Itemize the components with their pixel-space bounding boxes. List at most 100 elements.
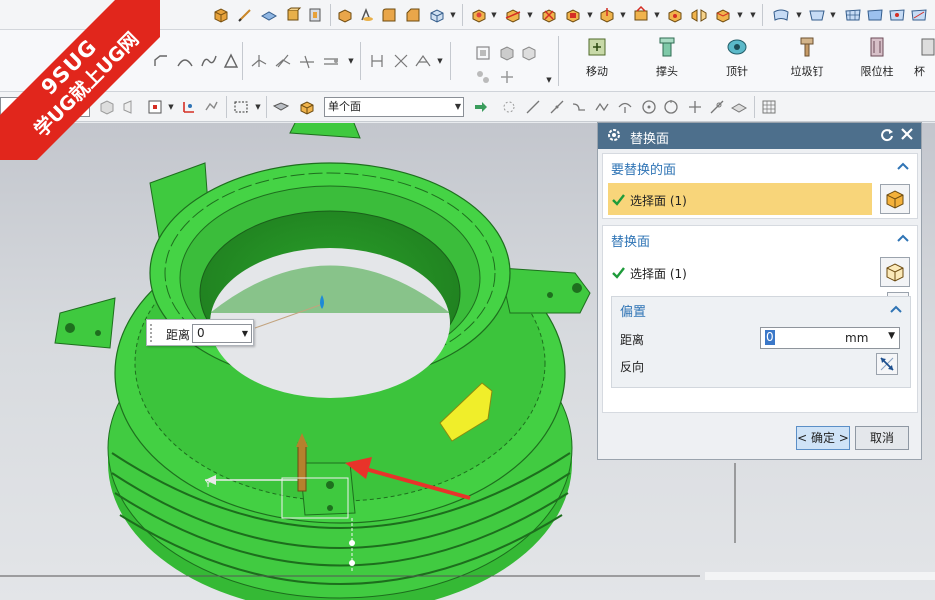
chevron-down-icon[interactable]: ▼ (449, 11, 457, 19)
quick-pick-icon[interactable] (202, 98, 220, 116)
snap-center-icon[interactable] (640, 98, 658, 116)
offset-curve-icon[interactable] (322, 52, 340, 70)
chevron-down-icon[interactable]: ▼ (545, 76, 553, 84)
soft-blend-icon[interactable] (200, 52, 218, 70)
snap-curve-icon[interactable] (570, 98, 588, 116)
hole-icon[interactable] (306, 6, 324, 24)
chevron-down-icon[interactable]: ▼ (829, 11, 837, 19)
mirror-geometry-icon[interactable] (520, 44, 538, 62)
ejector-pin-button[interactable]: 顶针 (708, 32, 766, 88)
face-blend-icon[interactable] (176, 52, 194, 70)
limit-post-button[interactable]: 限位柱 (848, 32, 906, 88)
move-face-icon[interactable] (498, 68, 516, 86)
snap-grid-icon[interactable] (500, 98, 518, 116)
chevron-down-icon[interactable]: ▼ (490, 11, 498, 19)
replacement-select-button[interactable] (880, 257, 910, 287)
snap-quadrant-icon[interactable] (662, 98, 680, 116)
box-icon[interactable] (284, 6, 302, 24)
chevron-down-icon[interactable]: ▼ (653, 11, 661, 19)
snap-endpoint-icon[interactable] (524, 98, 542, 116)
pattern-icon[interactable] (666, 6, 684, 24)
dialog-title-bar[interactable]: 替换面 (598, 123, 921, 149)
chevron-down-icon[interactable]: ▼ (167, 103, 175, 111)
chevron-down-icon[interactable]: ▼ (795, 11, 803, 19)
collapse-icon[interactable] (897, 232, 909, 242)
curve-icon[interactable] (250, 52, 268, 70)
rectangle-select-icon[interactable] (232, 98, 250, 116)
ok-button[interactable]: < 确定 > (796, 426, 850, 450)
move-button[interactable]: 移动 (568, 32, 626, 88)
draft-body-icon[interactable] (222, 52, 240, 70)
close-icon[interactable] (899, 126, 915, 142)
pattern-geometry-icon[interactable] (474, 68, 492, 86)
unite-icon[interactable] (470, 6, 488, 24)
intersect-curve-icon[interactable] (392, 52, 410, 70)
cup-button[interactable]: 杯 (912, 32, 935, 88)
select-face-icon[interactable] (272, 98, 290, 116)
collapse-icon[interactable] (897, 160, 909, 170)
sew-icon[interactable] (888, 6, 906, 24)
through-curves-icon[interactable] (866, 6, 884, 24)
replacement-select-label[interactable]: 选择面 (1) (630, 265, 687, 282)
wave-geometry-icon[interactable] (498, 44, 516, 62)
select-face-row[interactable]: 选择面 (1) (608, 183, 872, 215)
snap-midpoint-icon[interactable] (548, 98, 566, 116)
subtract-icon[interactable] (540, 6, 558, 24)
extrude-icon[interactable] (336, 6, 354, 24)
revolve-icon[interactable] (358, 6, 376, 24)
edge-blend-icon[interactable] (380, 6, 398, 24)
offset-distance-input[interactable]: 0 mm ▼ (760, 327, 900, 349)
chevron-down-icon[interactable]: ▼ (436, 57, 444, 65)
chevron-down-icon[interactable]: ▼ (242, 325, 248, 342)
bridge-curve-icon[interactable] (274, 52, 292, 70)
snap-on-curve-icon[interactable] (708, 98, 726, 116)
face-rule-select[interactable]: 单个面 ▼ (324, 97, 464, 117)
offset-distance-value[interactable]: 0 (765, 330, 775, 345)
chevron-down-icon[interactable]: ▼ (749, 11, 757, 19)
face-to-replace-header[interactable]: 要替换的面 (611, 159, 676, 178)
chamfer-icon[interactable] (404, 6, 422, 24)
shell-icon[interactable] (428, 6, 446, 24)
chevron-down-icon[interactable]: ▼ (347, 57, 355, 65)
surface-icon[interactable] (772, 6, 790, 24)
snap-intersect-icon[interactable] (616, 98, 634, 116)
collapse-icon[interactable] (890, 303, 902, 313)
mesh-surface-icon[interactable] (844, 6, 862, 24)
grid-icon[interactable] (760, 98, 778, 116)
drag-grip[interactable] (149, 323, 153, 343)
chevron-down-icon[interactable]: ▼ (254, 103, 262, 111)
offset-face-icon[interactable] (632, 6, 650, 24)
snap-on-face-icon[interactable] (730, 98, 748, 116)
chevron-down-icon[interactable]: ▼ (619, 11, 627, 19)
chevron-down-icon[interactable]: ▼ (526, 11, 534, 19)
section-curve-icon[interactable] (414, 52, 432, 70)
csys-icon[interactable] (180, 98, 198, 116)
replace-face-icon[interactable] (714, 6, 732, 24)
split-body-icon[interactable] (564, 6, 582, 24)
extract-geometry-icon[interactable] (474, 44, 492, 62)
select-face-button[interactable] (880, 184, 910, 214)
replacement-face-header[interactable]: 替换面 (611, 231, 650, 250)
offset-reverse-button[interactable] (876, 353, 898, 375)
stop-pin-button[interactable]: 垃圾钉 (778, 32, 836, 88)
chevron-down-icon[interactable]: ▼ (888, 331, 895, 341)
draft-icon[interactable] (598, 6, 616, 24)
distance-tip-field[interactable]: 0 ▼ (192, 324, 252, 343)
studio-surface-icon[interactable] (808, 6, 826, 24)
mirror-icon[interactable] (690, 6, 708, 24)
trim-body-icon[interactable] (504, 6, 522, 24)
support-head-button[interactable]: 撑头 (638, 32, 696, 88)
select-body-icon[interactable] (298, 98, 316, 116)
cancel-button[interactable]: 取消 (855, 426, 909, 450)
offset-header[interactable]: 偏置 (620, 301, 646, 320)
chevron-down-icon[interactable]: ▼ (736, 11, 744, 19)
snap-control-icon[interactable] (594, 98, 612, 116)
arrow-right-icon[interactable] (472, 98, 490, 116)
snap-existing-point-icon[interactable] (686, 98, 704, 116)
block-icon[interactable] (212, 6, 230, 24)
sketch-icon[interactable] (236, 6, 254, 24)
sheet-icon[interactable] (260, 6, 278, 24)
project-curve-icon[interactable] (368, 52, 386, 70)
distance-onscreen-input[interactable]: 距离 0 ▼ (146, 319, 254, 346)
trim-sheet-icon[interactable] (910, 6, 928, 24)
